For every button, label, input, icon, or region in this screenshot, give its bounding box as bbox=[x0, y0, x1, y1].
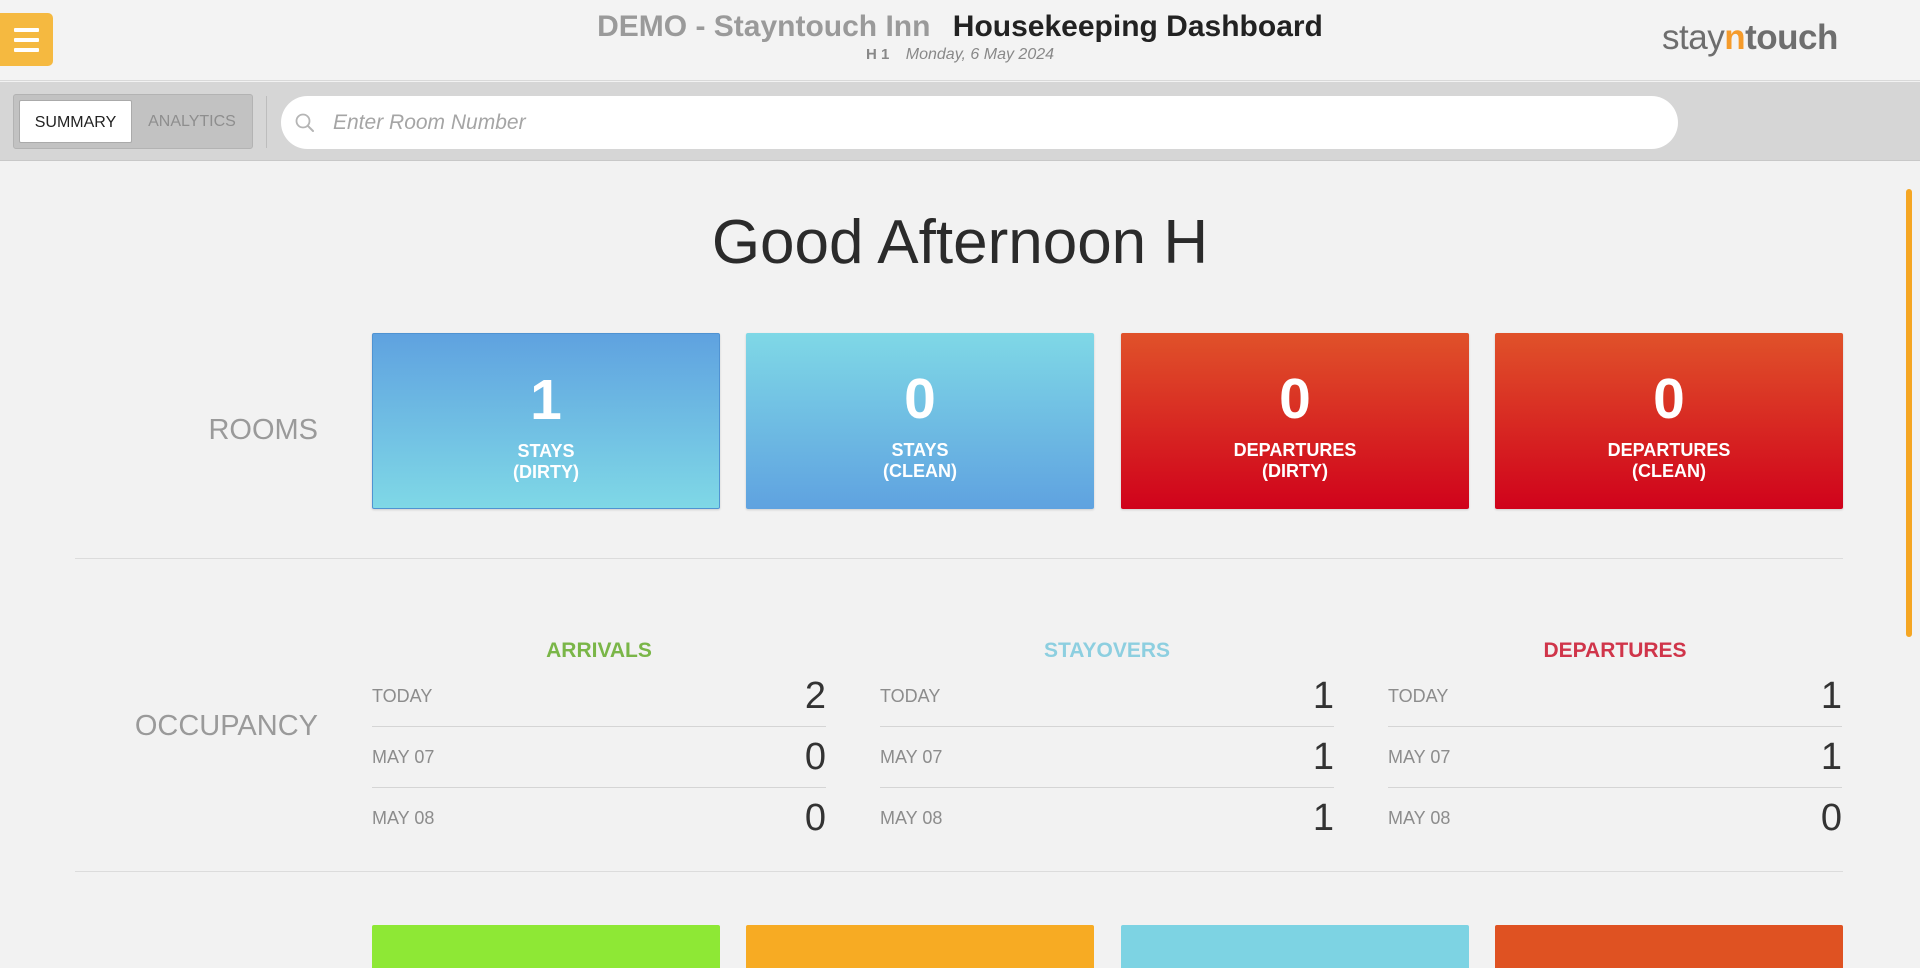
row-date: MAY 08 bbox=[880, 808, 943, 828]
row-value: 2 bbox=[804, 675, 826, 717]
row-value: 1 bbox=[1312, 736, 1334, 778]
tab-analytics[interactable]: ANALYTICS bbox=[136, 100, 248, 143]
row-value: 0 bbox=[804, 736, 826, 778]
stays-clean-tile[interactable]: 0 STAYS (CLEAN) bbox=[746, 333, 1094, 509]
departures-clean-tile[interactable]: 0 DEPARTURES (CLEAN) bbox=[1495, 333, 1843, 509]
logo-n: n bbox=[1724, 18, 1746, 57]
row-value: 0 bbox=[1820, 797, 1842, 839]
table-row: MAY 08 0 bbox=[1388, 788, 1842, 849]
table-row: TODAY 1 bbox=[1388, 666, 1842, 727]
row-date: MAY 07 bbox=[1388, 747, 1451, 767]
row-date: MAY 08 bbox=[372, 808, 435, 828]
stayntouch-logo: stayntouch bbox=[1662, 18, 1838, 58]
table-row: MAY 07 1 bbox=[1388, 727, 1842, 788]
departures-dirty-count: 0 bbox=[1279, 367, 1311, 431]
app-header: DEMO - Stayntouch Inn Housekeeping Dashb… bbox=[0, 0, 1920, 81]
stays-clean-count: 0 bbox=[904, 367, 936, 431]
rooms-section-label: ROOMS bbox=[208, 414, 318, 446]
status-tile[interactable] bbox=[372, 925, 720, 968]
row-date: TODAY bbox=[1388, 686, 1449, 706]
table-row: TODAY 2 bbox=[372, 666, 826, 727]
user-name: H 1 bbox=[865, 46, 890, 63]
row-value: 1 bbox=[1312, 675, 1334, 717]
page-title: Housekeeping Dashboard bbox=[952, 10, 1323, 43]
status-tile[interactable] bbox=[746, 925, 1094, 968]
row-date: MAY 08 bbox=[1388, 808, 1451, 828]
row-value: 1 bbox=[1820, 736, 1842, 778]
logo-touch: touch bbox=[1745, 18, 1838, 57]
view-tabs: SUMMARY ANALYTICS bbox=[13, 94, 253, 149]
arrivals-title: ARRIVALS bbox=[546, 639, 652, 662]
row-date: MAY 07 bbox=[372, 747, 435, 767]
status-tile[interactable] bbox=[1121, 925, 1469, 968]
toolbar-divider bbox=[266, 96, 267, 148]
occupancy-section-label: OCCUPANCY bbox=[134, 710, 318, 742]
section-divider bbox=[75, 558, 1843, 559]
departures-clean-count: 0 bbox=[1653, 367, 1685, 431]
room-search-box[interactable] bbox=[281, 96, 1678, 149]
departures-dirty-label: DEPARTURES (DIRTY) bbox=[1233, 440, 1357, 481]
section-divider bbox=[75, 871, 1843, 872]
search-icon bbox=[295, 113, 314, 132]
page-title-row: DEMO - Stayntouch Inn Housekeeping Dashb… bbox=[0, 10, 1920, 44]
greeting: Good Afternoon H bbox=[711, 208, 1209, 277]
row-value: 1 bbox=[1820, 675, 1842, 717]
status-tile[interactable] bbox=[1495, 925, 1843, 968]
hotel-name: DEMO - Stayntouch Inn bbox=[597, 10, 931, 43]
departures-clean-label: DEPARTURES (CLEAN) bbox=[1607, 440, 1731, 481]
row-date: MAY 07 bbox=[880, 747, 943, 767]
stayovers-column: STAYOVERS TODAY 1 MAY 07 1 MAY 08 1 bbox=[880, 636, 1334, 849]
table-row: MAY 08 0 bbox=[372, 788, 826, 849]
row-value: 1 bbox=[1312, 797, 1334, 839]
row-value: 0 bbox=[804, 797, 826, 839]
business-date: Monday, 6 May 2024 bbox=[905, 46, 1055, 63]
departures-dirty-tile[interactable]: 0 DEPARTURES (DIRTY) bbox=[1121, 333, 1469, 509]
logo-stay: stay bbox=[1662, 18, 1725, 57]
tab-summary[interactable]: SUMMARY bbox=[19, 100, 132, 143]
page-subtitle: H 1 Monday, 6 May 2024 bbox=[0, 46, 1920, 64]
stays-dirty-count: 1 bbox=[530, 368, 562, 432]
table-row: MAY 07 1 bbox=[880, 727, 1334, 788]
vertical-scrollbar[interactable] bbox=[1906, 189, 1912, 637]
row-date: TODAY bbox=[880, 686, 941, 706]
toolbar: SUMMARY ANALYTICS bbox=[0, 82, 1920, 161]
table-row: MAY 07 0 bbox=[372, 727, 826, 788]
row-date: TODAY bbox=[372, 686, 433, 706]
arrivals-column: ARRIVALS TODAY 2 MAY 07 0 MAY 08 0 bbox=[372, 636, 826, 849]
table-row: TODAY 1 bbox=[880, 666, 1334, 727]
stays-dirty-label: STAYS (DIRTY) bbox=[513, 441, 579, 482]
stayovers-title: STAYOVERS bbox=[1043, 639, 1171, 662]
table-row: MAY 08 1 bbox=[880, 788, 1334, 849]
departures-title: DEPARTURES bbox=[1543, 639, 1687, 662]
stays-dirty-tile[interactable]: 1 STAYS (DIRTY) bbox=[372, 333, 720, 509]
stays-clean-label: STAYS (CLEAN) bbox=[883, 440, 957, 481]
departures-column: DEPARTURES TODAY 1 MAY 07 1 MAY 08 0 bbox=[1388, 636, 1842, 849]
room-number-input[interactable] bbox=[331, 96, 1651, 149]
